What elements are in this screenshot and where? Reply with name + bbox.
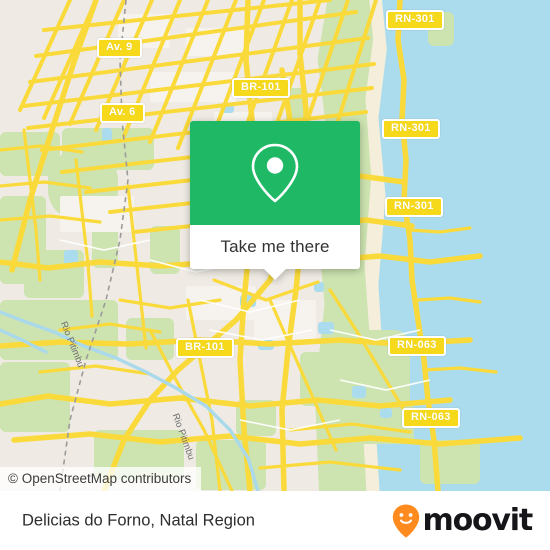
road-shield[interactable]: Av. 9 — [97, 38, 142, 58]
moovit-map-page: Av. 9 BR-101 Av. 6 RN-301 RN-301 RN-301 … — [0, 0, 550, 550]
road-shield[interactable]: RN-301 — [385, 197, 443, 217]
road-shield[interactable]: RN-301 — [386, 10, 444, 30]
callout-pointer — [264, 269, 286, 280]
take-me-there-button[interactable]: Take me there — [220, 237, 329, 257]
map-pin-icon — [251, 143, 299, 203]
road-shield[interactable]: BR-101 — [232, 78, 290, 98]
place-callout-card[interactable]: Take me there — [190, 121, 360, 280]
card-action-area[interactable]: Take me there — [190, 225, 360, 280]
road-shield[interactable]: RN-063 — [402, 408, 460, 428]
road-shield[interactable]: RN-063 — [388, 336, 446, 356]
road-shield[interactable]: RN-301 — [382, 119, 440, 139]
moovit-logo[interactable]: moovit — [391, 502, 534, 539]
card-icon-area — [190, 121, 360, 225]
moovit-wordmark: moovit — [422, 502, 534, 538]
place-title: Delicias do Forno, Natal Region — [22, 511, 255, 529]
road-shield[interactable]: BR-101 — [176, 338, 234, 358]
road-shield[interactable]: Av. 6 — [100, 103, 145, 123]
osm-attribution[interactable]: © OpenStreetMap contributors — [0, 467, 202, 491]
moovit-smiley-pin-icon — [392, 504, 419, 538]
page-footer: Delicias do Forno, Natal Region moovit — [0, 491, 550, 550]
